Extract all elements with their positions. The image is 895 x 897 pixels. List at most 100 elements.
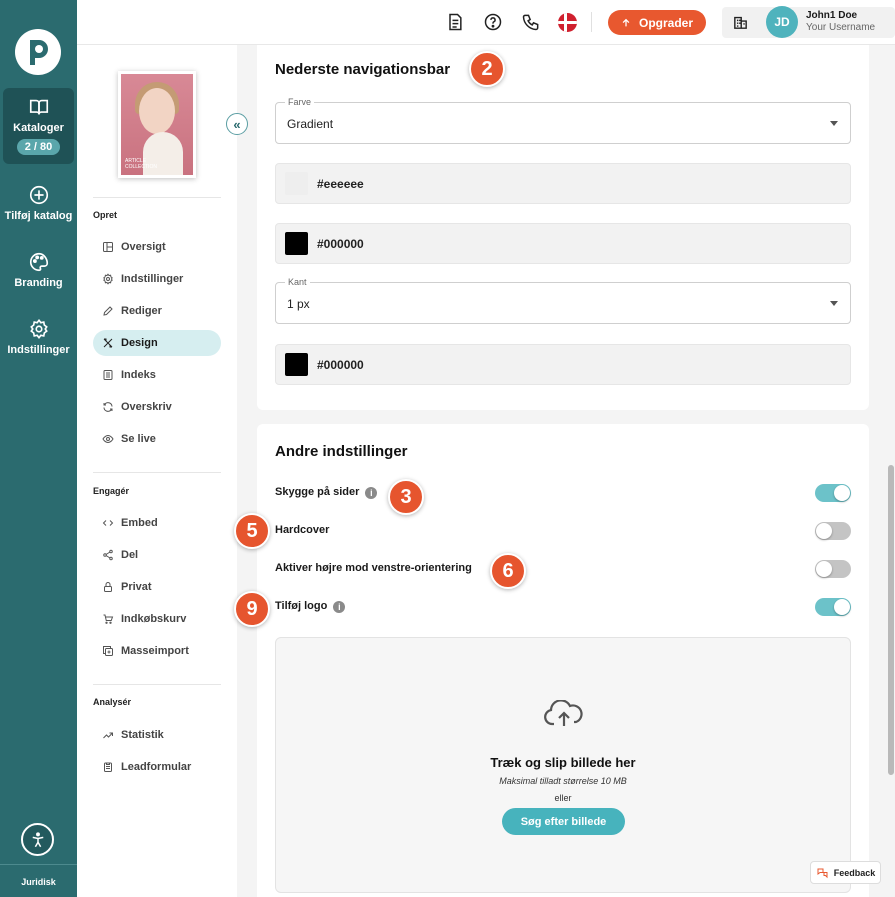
subnav-label: Rediger [121,305,162,317]
subnav-item-private[interactable]: Privat [93,574,221,600]
cloud-upload-icon [544,700,583,726]
subnav-item-cart[interactable]: Indkøbskurv [93,606,221,632]
clipboard-icon [104,762,112,772]
color-swatch[interactable] [285,353,308,376]
section-title: Andre indstillinger [275,443,408,460]
subnav-item-settings[interactable]: Indstillinger [93,266,221,292]
subnav-item-design[interactable]: Design [93,330,221,356]
section-title: Nederste navigationsbar [275,61,451,78]
color-value: #000000 [317,237,364,251]
subnav-item-replace[interactable]: Overskriv [93,394,221,420]
document-icon[interactable] [445,12,465,32]
help-icon[interactable] [483,12,503,32]
section-heading: Engagér [93,486,130,496]
browse-image-button[interactable]: Søg efter billede [502,808,625,835]
catalog-count-badge: 2 / 80 [16,139,61,155]
border-color-field[interactable]: #000000 [275,344,851,385]
accessibility-button[interactable] [21,823,54,856]
toggle-row-hardcover: Hardcover [275,522,851,542]
dropzone-or: eller [554,793,572,803]
color-swatch[interactable] [285,172,308,195]
subnav-item-statistics[interactable]: Statistik [93,722,221,748]
accessibility-icon [32,831,43,847]
toggle-label: Skygge på sider [275,486,360,498]
phone-icon[interactable] [521,12,541,32]
upgrade-button[interactable]: Opgrader [608,10,706,35]
hardcover-toggle[interactable] [815,522,851,540]
divider [93,197,221,198]
refresh-icon [103,402,113,412]
pencil-icon [103,306,113,316]
subnav-label: Indkøbskurv [121,613,187,625]
color-value: #eeeeee [317,177,364,191]
eye-icon [102,434,114,444]
subnav-item-view-live[interactable]: Se live [93,426,221,452]
design-tools-icon [103,338,113,348]
feedback-label: Feedback [833,867,876,878]
cart-icon [103,614,114,624]
rail-label: Indstillinger [7,344,70,356]
color-value: #000000 [317,358,364,372]
toggle-label: Tilføj logo [275,600,328,612]
color-type-select[interactable]: Farve Gradient [275,97,851,144]
add-logo-toggle[interactable] [815,598,851,616]
app-logo[interactable] [15,29,61,75]
divider [93,684,221,685]
code-icon [102,520,114,526]
info-icon[interactable]: i [365,487,378,499]
legal-link[interactable]: Juridisk [0,877,77,887]
subnav-item-overview[interactable]: Oversigt [93,234,221,260]
rail-label: Branding [14,277,63,289]
toggle-label: Hardcover [275,524,330,536]
rtl-toggle[interactable] [815,560,851,578]
feedback-button[interactable]: Feedback [810,861,881,884]
dropzone-title: Træk og slip billede her [490,755,636,770]
border-width-select[interactable]: Kant 1 px [275,277,851,324]
subnav-item-lead-form[interactable]: Leadformular [93,754,221,780]
step-marker: 5 [234,513,270,549]
rail-item-add-catalog[interactable]: Tilføj katalog [0,184,77,222]
catalog-cover-thumbnail[interactable]: ARTICLE COLLECTION [118,71,196,178]
trend-icon [103,732,113,739]
building-icon [734,16,747,29]
rail-item-branding[interactable]: Branding [0,251,77,289]
collapse-sidebar-button[interactable]: « [226,113,248,135]
avatar[interactable]: JD [766,6,798,38]
rail-divider [0,864,77,865]
subnav-item-embed[interactable]: Embed [93,510,221,536]
gradient-color-1-field[interactable]: #eeeeee [275,163,851,204]
step-marker: 3 [388,479,424,515]
subnav-label: Statistik [121,729,164,741]
dropzone-max-size: Maksimal tilladt størrelse 10 MB [499,776,627,786]
subnav-item-edit[interactable]: Rediger [93,298,221,324]
gear-icon [103,273,113,285]
page-shadow-toggle[interactable] [815,484,851,502]
import-icon [103,646,113,656]
user-username: Your Username [806,22,876,33]
rail-item-settings[interactable]: Indstillinger [0,318,77,356]
arrow-up-icon [622,18,630,26]
scrollbar[interactable] [888,465,894,775]
step-marker: 2 [469,51,505,87]
color-swatch[interactable] [285,232,308,255]
subnav-label: Se live [121,433,156,445]
top-bar: Opgrader JD John1 Doe Your Username [77,0,895,45]
language-flag-icon[interactable] [558,13,577,32]
info-icon[interactable]: i [333,601,346,613]
lock-icon [104,582,112,592]
subnav-item-index[interactable]: Indeks [93,362,221,388]
select-value: 1 px [287,297,310,311]
layout-icon [103,242,113,252]
topbar-divider [591,12,592,32]
subnav-label: Privat [121,581,152,593]
subnav-label: Overskriv [121,401,172,413]
toggle-label: Aktiver højre mod venstre-orientering [275,562,472,574]
rail-item-catalogs[interactable]: Kataloger 2 / 80 [3,88,74,164]
logo-dropzone[interactable]: Træk og slip billede her Maksimal tillad… [275,637,851,893]
select-value: Gradient [287,117,334,131]
share-icon [103,549,113,561]
gradient-color-2-field[interactable]: #000000 [275,223,851,264]
subnav-item-bulk-import[interactable]: Masseimport [93,638,221,664]
subnav-label: Del [121,549,139,561]
subnav-item-share[interactable]: Del [93,542,221,568]
